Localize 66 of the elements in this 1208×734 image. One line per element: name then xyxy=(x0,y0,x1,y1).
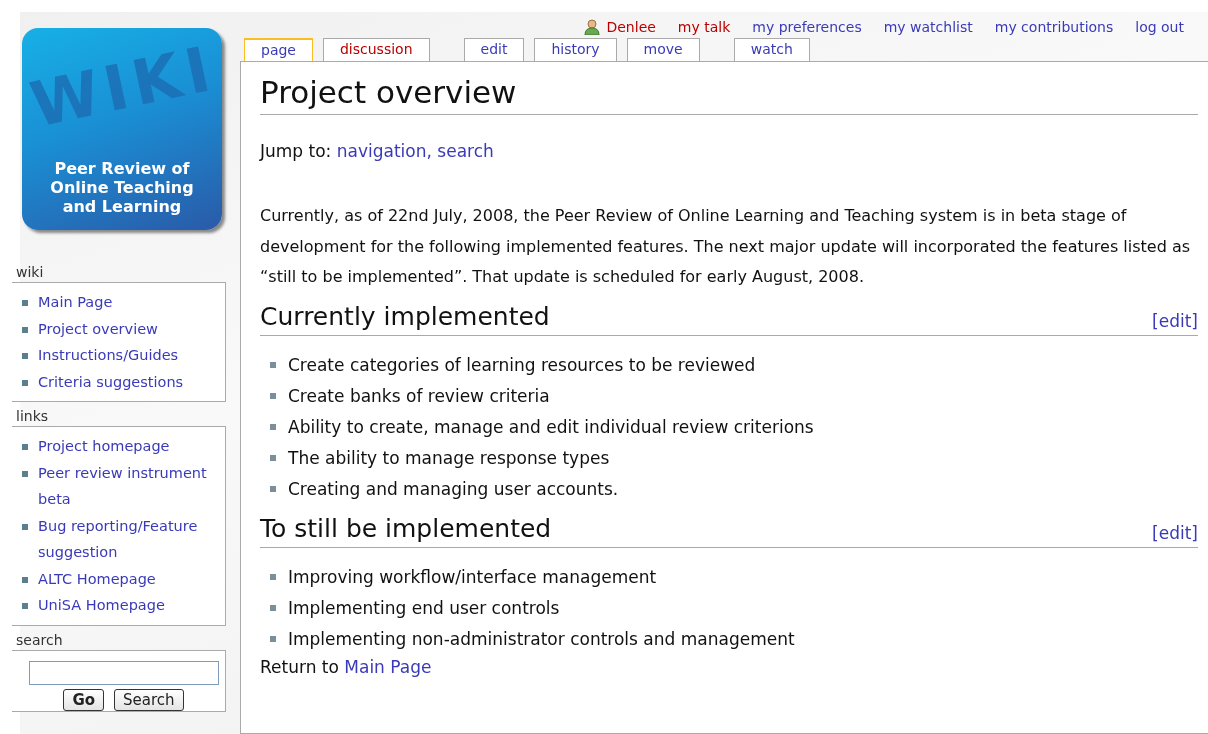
bullet-icon xyxy=(22,300,28,306)
portlet-title: wiki xyxy=(16,264,45,282)
bullet-icon xyxy=(22,326,28,333)
sidebar-link[interactable]: Project homepage xyxy=(38,433,170,460)
intro-paragraph: Currently, as of 22nd July, 2008, the Peer Review of Online Learning and Teaching system is in beta stage of development for the following implemented features. The next major update will incorporated the features listed as “still to be implemented”. That update is scheduled for early August, 2008. xyxy=(260,205,1192,288)
bullet-icon xyxy=(22,603,28,609)
bullet-icon xyxy=(270,393,276,399)
bullet-icon xyxy=(270,486,276,492)
bullet-icon xyxy=(22,444,28,450)
bullet-icon xyxy=(270,574,276,580)
section-heading: To still be implemented xyxy=(260,513,552,543)
user-icon xyxy=(584,19,601,35)
bullet-icon xyxy=(22,379,28,386)
bullet-icon xyxy=(22,470,28,477)
bullet-icon xyxy=(22,353,28,359)
list-item: Improving workflow/interface management xyxy=(288,565,657,589)
list-item: Implementing non-administrator controls and management xyxy=(288,627,795,651)
search-button[interactable]: Search xyxy=(114,688,184,711)
jump-link[interactable]: search xyxy=(437,141,494,161)
sidebar-link[interactable]: Bug reporting/Feature suggestion xyxy=(38,512,225,566)
sidebar-link[interactable]: Project overview xyxy=(38,315,158,342)
portlet-title: links xyxy=(16,408,50,426)
personal-link[interactable]: my contributions xyxy=(994,16,1114,38)
page-tab[interactable]: page xyxy=(244,38,313,61)
bullet-icon xyxy=(22,523,28,530)
jump-label: Jump to: xyxy=(260,141,332,161)
page-tab[interactable]: history xyxy=(534,38,617,61)
logo-caption: Peer Review of Online Teaching and Learning xyxy=(49,159,195,216)
sidebar-link[interactable]: ALTC Homepage xyxy=(38,565,156,592)
bullet-icon xyxy=(270,362,276,368)
sidebar-link[interactable]: Instructions/Guides xyxy=(38,342,179,369)
edit-link[interactable]: [edit] xyxy=(1152,310,1198,331)
return-label: Return to xyxy=(260,656,339,677)
bullet-icon xyxy=(270,424,276,430)
search-field[interactable] xyxy=(28,660,219,685)
bullet-icon xyxy=(270,605,276,611)
section-heading: Currently implemented xyxy=(260,301,550,331)
sidebar-link[interactable]: UniSA Homepage xyxy=(38,592,165,619)
list-item: Creating and managing user accounts. xyxy=(288,477,619,501)
bullet-icon xyxy=(270,636,276,642)
comma-separator: , xyxy=(426,141,432,161)
page-title: Project overview xyxy=(260,74,1198,115)
personal-link[interactable]: log out xyxy=(1135,16,1184,38)
page-tab[interactable]: watch xyxy=(733,38,810,61)
personal-link[interactable]: my talk xyxy=(677,16,731,38)
bullet-icon xyxy=(270,455,276,461)
bullet-icon xyxy=(22,576,28,583)
go-button[interactable]: Go xyxy=(63,688,105,711)
list-item: Create categories of learning resources to be reviewed xyxy=(288,353,756,377)
list-item: Ability to create, manage and edit individual review criterions xyxy=(288,415,814,439)
page-tab[interactable]: discussion xyxy=(322,38,430,61)
edit-link[interactable]: [edit] xyxy=(1152,522,1198,543)
sidebar-link[interactable]: Criteria suggestions xyxy=(38,368,184,395)
personal-link[interactable]: my preferences xyxy=(752,16,862,38)
sidebar-link[interactable]: Main Page xyxy=(38,289,113,316)
main-page-link[interactable]: Main Page xyxy=(344,656,432,677)
list-item: Implementing end user controls xyxy=(288,596,560,620)
list-item: The ability to manage response types xyxy=(288,446,610,470)
portlet-title: search xyxy=(16,631,64,650)
personal-link[interactable]: my watchlist xyxy=(883,16,973,38)
list-item: Create banks of review criteria xyxy=(288,384,550,408)
user-link[interactable]: Denlee xyxy=(606,19,656,35)
sidebar-link[interactable]: Peer review instrument beta xyxy=(38,459,225,513)
page-tab[interactable]: edit xyxy=(463,38,525,61)
jump-link[interactable]: navigation xyxy=(336,141,427,161)
page-tab[interactable]: move xyxy=(626,38,700,61)
